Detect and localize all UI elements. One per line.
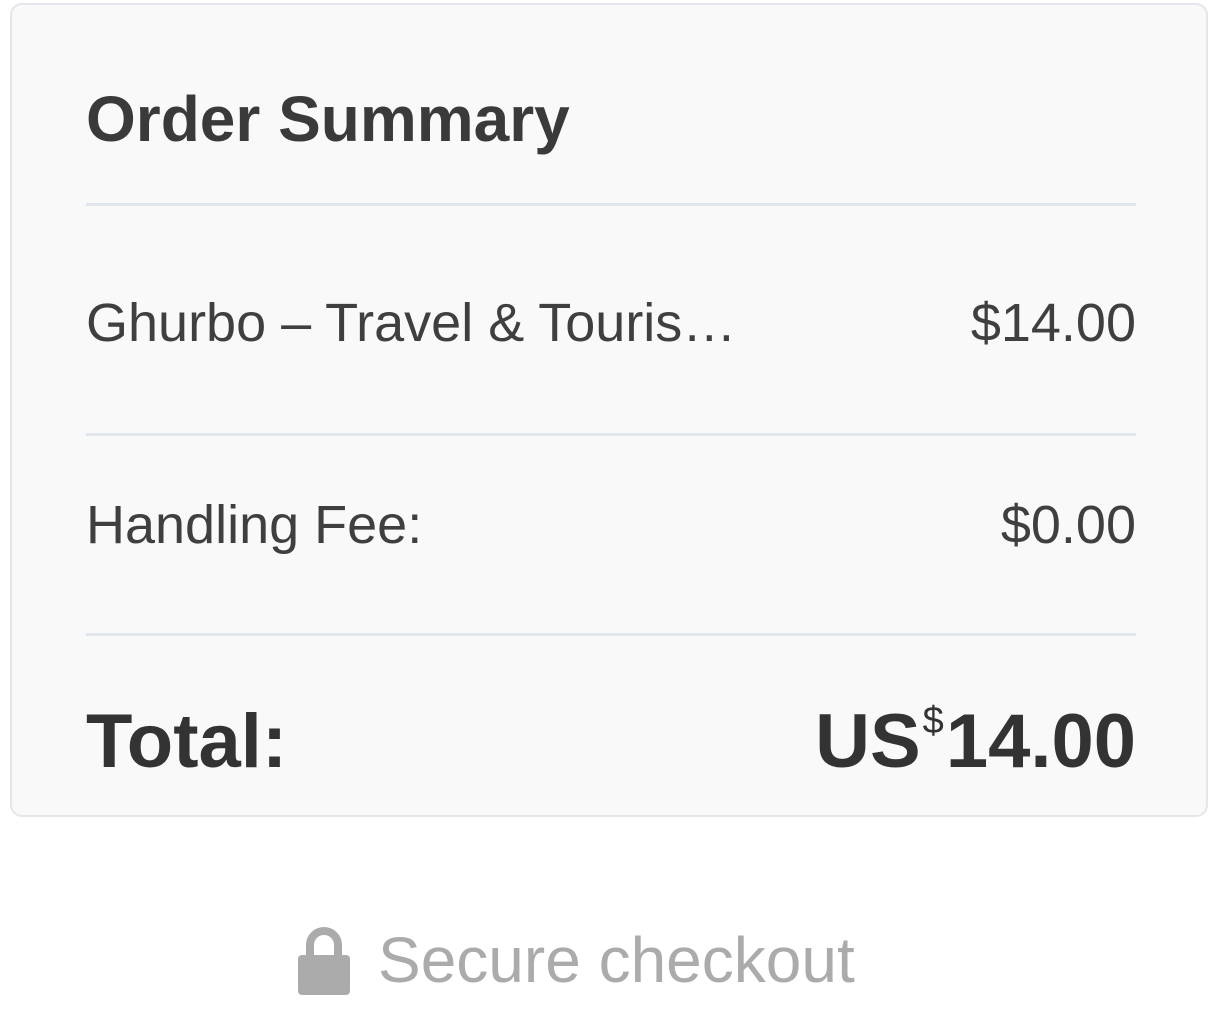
divider [86, 203, 1136, 206]
total-amount: 14.00 [945, 699, 1136, 784]
total-currency-symbol: $ [922, 700, 944, 742]
total-currency-prefix: US [815, 699, 921, 784]
order-summary-title: Order Summary [86, 83, 570, 155]
handling-fee-label: Handling Fee: [86, 495, 423, 555]
handling-fee-value: $0.00 [1000, 495, 1136, 555]
order-summary-card: Order Summary Ghurbo – Travel & Touris… … [10, 3, 1208, 817]
line-item-name: Ghurbo – Travel & Touris… [86, 296, 737, 350]
lock-icon [296, 923, 352, 997]
line-item-price: $14.00 [970, 293, 1136, 353]
checkout-page: Order Summary Ghurbo – Travel & Touris… … [0, 0, 1222, 1028]
divider [86, 433, 1136, 436]
total-value: US$14.00 [815, 702, 1136, 780]
secure-checkout-notice: Secure checkout [296, 920, 855, 1000]
divider [86, 633, 1136, 636]
total-row: Total: US$14.00 [86, 697, 1136, 787]
handling-fee-row: Handling Fee: $0.00 [86, 489, 1136, 561]
total-label: Total: [86, 699, 288, 784]
secure-checkout-label: Secure checkout [378, 924, 855, 996]
line-item-row: Ghurbo – Travel & Touris… $14.00 [86, 287, 1136, 359]
